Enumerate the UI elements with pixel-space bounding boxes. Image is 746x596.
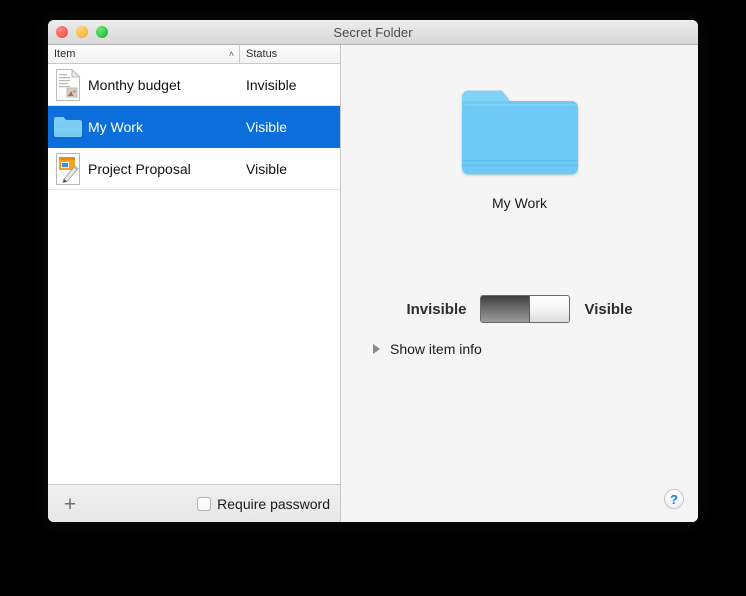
sort-ascending-icon[interactable]: ˄ [229,49,234,59]
help-button[interactable]: ? [664,489,684,509]
minimize-button[interactable] [76,26,88,38]
row-icon-cell [48,115,88,139]
window-controls [56,20,108,44]
switch-track [481,296,531,322]
column-header-item[interactable]: Item ˄ [48,45,240,63]
table-row[interactable]: My Work Visible [48,106,340,148]
column-header-status[interactable]: Status [240,45,340,63]
row-item-name: Project Proposal [88,160,191,177]
switch-thumb[interactable] [530,296,570,322]
add-item-button[interactable]: + [48,485,92,522]
app-window: Secret Folder Item ˄ Status Monthy budge… [48,20,698,522]
show-item-info-disclosure[interactable]: Show item info [373,341,482,357]
column-header-item-label: Item [54,48,76,60]
row-item-status: Visible [246,160,287,177]
column-header-status-label: Status [246,48,278,60]
detail-item-name: My Work [492,195,547,211]
list-header: Item ˄ Status [48,45,340,64]
toggle-label-invisible: Invisible [406,300,467,318]
row-icon-cell [48,67,88,101]
detail-item-preview: My Work [341,83,698,211]
toggle-label-visible: Visible [584,300,633,318]
document-pencil-icon [55,152,81,185]
row-item-name: My Work [88,118,143,135]
row-icon-cell [48,152,88,185]
require-password-option[interactable]: Require password [197,496,330,512]
folder-icon [53,115,83,139]
row-item-status: Visible [246,118,287,135]
item-list: Monthy budget Invisible My Work Visible … [48,64,340,484]
detail-pane: My Work Invisible Visible Show item info… [341,45,698,522]
window-content: Item ˄ Status Monthy budget Invisible My… [48,45,698,522]
folder-icon [460,83,580,179]
require-password-checkbox[interactable] [197,497,212,511]
zoom-button[interactable] [96,26,108,38]
show-item-info-label: Show item info [390,341,482,357]
close-button[interactable] [56,26,68,38]
row-item-status: Invisible [246,76,297,93]
row-item-name: Monthy budget [88,76,181,93]
title-bar: Secret Folder [48,20,698,45]
visibility-switch[interactable] [480,295,571,323]
table-row[interactable]: Project Proposal Visible [48,148,340,190]
item-list-pane: Item ˄ Status Monthy budget Invisible My… [48,45,341,522]
bottom-toolbar: + Require password [48,484,340,522]
require-password-label: Require password [217,496,330,512]
table-row[interactable]: Monthy budget Invisible [48,64,340,106]
disclosure-triangle-icon[interactable] [373,344,380,354]
window-title: Secret Folder [333,24,413,40]
visibility-toggle-row: Invisible Visible [341,295,698,323]
document-icon [55,67,81,101]
